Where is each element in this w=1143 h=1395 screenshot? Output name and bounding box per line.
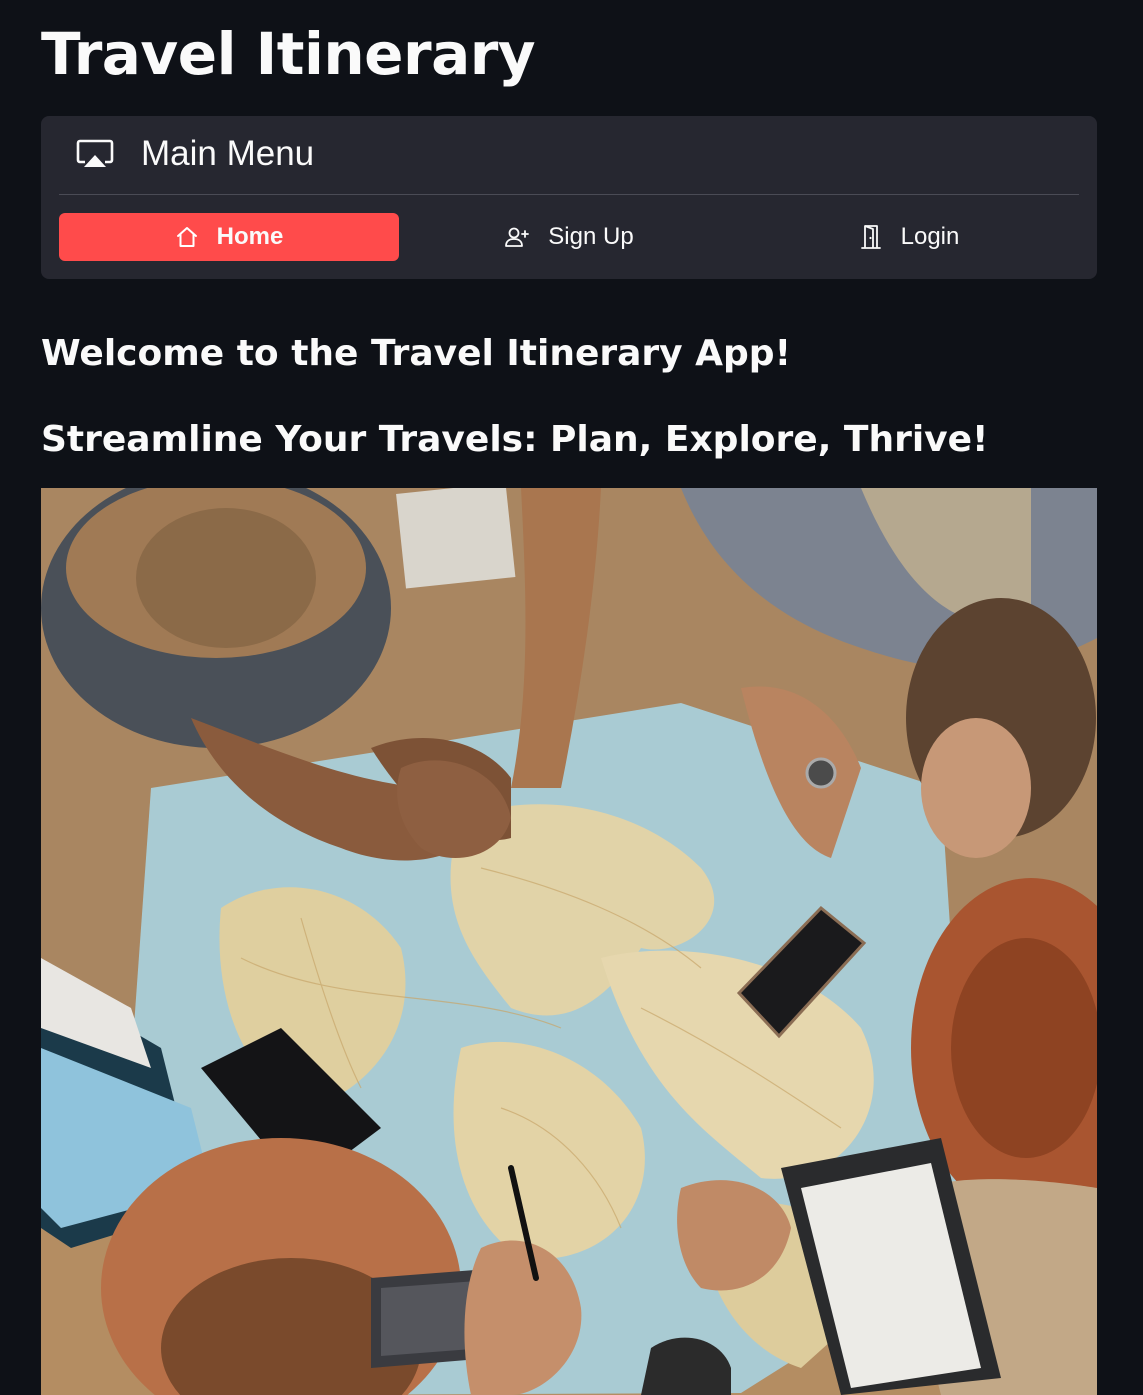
menu-header: Main Menu [75,134,314,174]
menu-divider [59,194,1079,195]
nav-item-sign-up-label: Sign Up [548,223,634,250]
welcome-heading: Welcome to the Travel Itinerary App! [41,333,791,374]
tagline-heading: Streamline Your Travels: Plan, Explore, … [41,419,989,460]
nav-item-login-label: Login [900,223,960,250]
nav-bar: Home Sign Up Login [59,213,1079,261]
person-add-icon [504,225,530,249]
nav-item-login[interactable]: Login [739,213,1079,261]
nav-item-home[interactable]: Home [59,213,399,261]
nav-item-sign-up[interactable]: Sign Up [399,213,739,261]
hero-image [41,488,1097,1395]
main-menu: Main Menu Home Sign Up Login [41,116,1097,279]
home-icon [175,225,199,249]
page-title: Travel Itinerary [41,20,536,88]
airplay-icon [75,134,115,174]
nav-item-home-label: Home [216,223,284,250]
menu-title: Main Menu [141,134,315,173]
door-icon [859,224,883,250]
